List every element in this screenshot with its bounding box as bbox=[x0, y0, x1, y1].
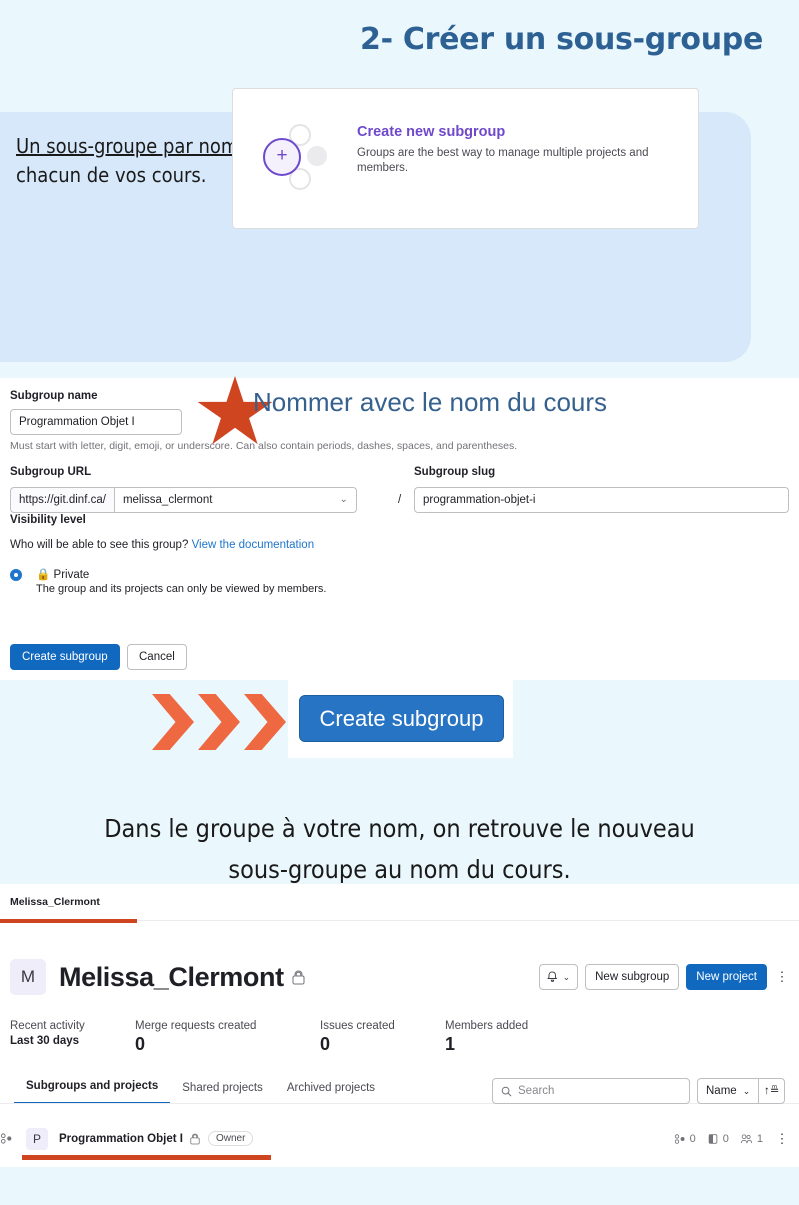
table-row[interactable]: P Programmation Objet I Owner 0 0 1 ⋮ bbox=[0, 1120, 799, 1157]
new-project-button[interactable]: New project bbox=[686, 964, 767, 990]
search-icon bbox=[501, 1086, 512, 1097]
radio-selected-icon[interactable] bbox=[10, 569, 22, 581]
gitlab-group-page: Melissa_Clermont M Melissa_Clermont ⌄ Ne… bbox=[0, 884, 799, 1167]
stat-recent-activity: Recent activity Last 30 days bbox=[10, 1020, 135, 1055]
visibility-question-text: Who will be able to see this group? bbox=[10, 539, 189, 551]
kebab-menu-icon[interactable]: ⋮ bbox=[774, 970, 790, 984]
group-name: Melissa_Clermont bbox=[59, 961, 284, 992]
stat-value: 0 bbox=[135, 1034, 146, 1054]
sort-by-dropdown[interactable]: Name ⌄ bbox=[697, 1078, 760, 1104]
cancel-button[interactable]: Cancel bbox=[127, 644, 187, 670]
breadcrumb-highlight bbox=[0, 919, 137, 923]
caption-line-1: Dans le groupe à votre nom, on retrouve … bbox=[104, 814, 695, 843]
create-subgroup-cta-button[interactable]: Create subgroup bbox=[299, 695, 504, 742]
tab-archived-projects[interactable]: Archived projects bbox=[275, 1082, 387, 1104]
projects-count-value: 0 bbox=[722, 1132, 729, 1145]
plus-circle-icon: + bbox=[255, 124, 351, 190]
row-kebab-menu-icon[interactable]: ⋮ bbox=[774, 1131, 790, 1146]
create-subgroup-card-title: Create new subgroup bbox=[357, 124, 506, 140]
sort-ascending-icon[interactable]: ↑≞ bbox=[759, 1078, 786, 1104]
subgroup-slug-label: Subgroup slug bbox=[414, 466, 496, 478]
subgroups-count-value: 0 bbox=[689, 1132, 696, 1145]
annotation-text: Nommer avec le nom du cours bbox=[253, 387, 608, 417]
subgroup-name-link[interactable]: Programmation Objet I bbox=[59, 1133, 183, 1145]
project-icon bbox=[707, 1133, 719, 1145]
stat-label: Recent activity bbox=[10, 1020, 85, 1032]
page-title: 2- Créer un sous-groupe bbox=[360, 22, 763, 57]
search-placeholder: Search bbox=[518, 1085, 555, 1097]
visibility-option-description: The group and its projects can only be v… bbox=[36, 583, 327, 595]
chevron-down-icon: ⌄ bbox=[742, 1086, 751, 1096]
chevron-down-icon: ⌄ bbox=[339, 494, 348, 505]
members-count: 1 bbox=[740, 1133, 763, 1145]
url-separator: / bbox=[398, 494, 402, 506]
visibility-option-title: 🔒 Private bbox=[36, 567, 326, 581]
create-new-subgroup-card[interactable]: + Create new subgroup Groups are the bes… bbox=[232, 88, 699, 229]
create-subgroup-form: Subgroup name Programmation Objet I Must… bbox=[0, 378, 799, 680]
arrow-pointer-group bbox=[152, 694, 286, 750]
visibility-level-label: Visibility level bbox=[10, 514, 86, 526]
lock-icon bbox=[190, 1133, 200, 1145]
subgroup-name-input[interactable]: Programmation Objet I bbox=[10, 409, 182, 435]
subgroup-icon bbox=[674, 1133, 686, 1145]
subgroup-url-prefix: https://git.dinf.ca/ bbox=[10, 487, 114, 513]
chevron-right-icon bbox=[198, 694, 240, 750]
projects-count: 0 bbox=[707, 1133, 729, 1145]
row-avatar: P bbox=[26, 1127, 48, 1150]
parent-group-select-value: melissa_clermont bbox=[122, 494, 213, 506]
group-action-buttons: ⌄ New subgroup New project ⋮ bbox=[538, 964, 790, 990]
cta-highlight: Create subgroup bbox=[288, 680, 513, 758]
visibility-option-label: Private bbox=[53, 569, 90, 581]
stat-members-added: Members added 1 bbox=[445, 1020, 528, 1055]
create-subgroup-card-description: Groups are the best way to manage multip… bbox=[357, 147, 649, 174]
tab-shared-projects[interactable]: Shared projects bbox=[170, 1082, 275, 1104]
group-stats: Recent activity Last 30 days Merge reque… bbox=[10, 1020, 528, 1055]
chevron-right-icon bbox=[244, 694, 286, 750]
stat-value: 0 bbox=[320, 1034, 331, 1054]
view-documentation-link[interactable]: View the documentation bbox=[192, 539, 315, 551]
new-subgroup-button[interactable]: New subgroup bbox=[585, 964, 680, 990]
expand-subgroup-icon[interactable] bbox=[0, 1132, 22, 1145]
tab-subgroups-and-projects[interactable]: Subgroups and projects bbox=[14, 1080, 171, 1104]
stat-merge-requests-created: Merge requests created 0 bbox=[135, 1020, 320, 1055]
lock-icon bbox=[292, 970, 305, 985]
visibility-question: Who will be able to see this group? View… bbox=[10, 539, 314, 551]
stat-value: 1 bbox=[445, 1034, 456, 1054]
subgroup-slug-input[interactable]: programmation-objet-i bbox=[414, 487, 789, 513]
stat-issues-created: Issues created 0 bbox=[320, 1020, 445, 1055]
visibility-option-private[interactable]: 🔒 Private The group and its projects can… bbox=[10, 567, 326, 595]
stat-label: Merge requests created bbox=[135, 1020, 257, 1032]
sort-controls: Name ⌄ ↑≞ bbox=[697, 1078, 786, 1104]
stat-label: Issues created bbox=[320, 1020, 395, 1032]
stat-label: Members added bbox=[445, 1020, 529, 1032]
sort-by-value: Name bbox=[706, 1085, 737, 1097]
subgroup-name-helper: Must start with letter, digit, emoji, or… bbox=[10, 440, 518, 452]
members-icon bbox=[740, 1133, 753, 1145]
breadcrumb[interactable]: Melissa_Clermont bbox=[10, 896, 100, 908]
subgroup-name-label: Subgroup name bbox=[10, 390, 98, 402]
row-highlight bbox=[22, 1155, 271, 1160]
parent-group-select[interactable]: melissa_clermont ⌄ bbox=[113, 487, 357, 513]
group-header: M Melissa_Clermont bbox=[10, 959, 305, 995]
chevron-down-icon: ⌄ bbox=[562, 972, 571, 982]
stat-sublabel: Last 30 days bbox=[10, 1035, 80, 1047]
create-subgroup-button[interactable]: Create subgroup bbox=[10, 644, 120, 670]
search-input[interactable]: Search bbox=[492, 1078, 690, 1104]
members-count-value: 1 bbox=[756, 1132, 763, 1145]
bell-icon bbox=[546, 971, 558, 983]
subgroups-count: 0 bbox=[674, 1133, 696, 1145]
subgroup-url-label: Subgroup URL bbox=[10, 466, 92, 478]
status-badge: Owner bbox=[207, 1131, 254, 1146]
chevron-right-icon bbox=[152, 694, 194, 750]
avatar: M bbox=[10, 959, 46, 995]
lock-icon: 🔒 bbox=[36, 569, 51, 581]
notifications-dropdown-button[interactable]: ⌄ bbox=[538, 964, 579, 990]
caption-text: Dans le groupe à votre nom, on retrouve … bbox=[0, 808, 799, 890]
row-counters: 0 0 1 ⋮ bbox=[674, 1131, 799, 1146]
